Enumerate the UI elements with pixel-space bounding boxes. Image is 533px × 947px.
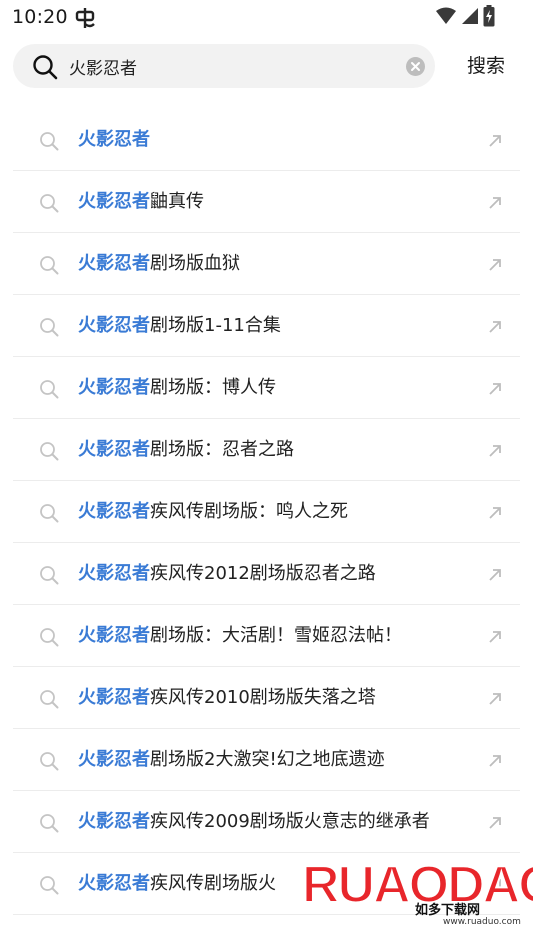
suggestion-text: 火影忍者鼬真传 bbox=[78, 190, 204, 214]
suggestion-highlight: 火影忍者 bbox=[78, 501, 150, 522]
suggestion-highlight: 火影忍者 bbox=[78, 191, 150, 212]
suggestion-highlight: 火影忍者 bbox=[78, 377, 150, 398]
fill-arrow-icon[interactable] bbox=[488, 567, 502, 581]
suggestion-text: 火影忍者疾风传剧场版：鸣人之死 bbox=[78, 500, 348, 524]
suggestion-rest: 疾风传2009剧场版火意志的继承者 bbox=[150, 811, 430, 832]
suggestion-item[interactable]: 火影忍者剧场版：忍者之路 bbox=[13, 419, 520, 481]
suggestion-item[interactable]: 火影忍者疾风传2009剧场版火意志的继承者 bbox=[13, 791, 520, 853]
suggestion-rest: 疾风传2010剧场版失落之塔 bbox=[150, 687, 376, 708]
suggestion-item[interactable]: 火影忍者疾风传剧场版：鸣人之死 bbox=[13, 481, 520, 543]
suggestion-text: 火影忍者剧场版血狱 bbox=[78, 252, 240, 276]
suggestion-rest: 疾风传剧场版火 bbox=[150, 873, 276, 894]
wifi-icon bbox=[435, 7, 457, 29]
suggestion-item[interactable]: 火影忍者疾风传剧场版火 bbox=[13, 853, 520, 915]
clear-search-button[interactable] bbox=[406, 57, 425, 76]
suggestion-highlight: 火影忍者 bbox=[78, 315, 150, 336]
suggestion-highlight: 火影忍者 bbox=[78, 439, 150, 460]
suggestion-text: 火影忍者 bbox=[78, 128, 150, 152]
fill-arrow-icon[interactable] bbox=[488, 257, 502, 271]
suggestion-item[interactable]: 火影忍者 bbox=[13, 109, 520, 171]
suggestion-text: 火影忍者剧场版1-11合集 bbox=[78, 314, 281, 338]
close-icon bbox=[411, 62, 420, 71]
battery-charging-icon bbox=[483, 5, 495, 31]
suggestion-item[interactable]: 火影忍者鼬真传 bbox=[13, 171, 520, 233]
suggestion-rest: 疾风传剧场版：鸣人之死 bbox=[150, 501, 348, 522]
search-input[interactable] bbox=[69, 50, 399, 82]
suggestion-text: 火影忍者剧场版：博人传 bbox=[78, 376, 276, 400]
fill-arrow-icon[interactable] bbox=[488, 319, 502, 333]
status-bar: 10:20 bbox=[0, 0, 533, 38]
search-icon bbox=[39, 751, 59, 771]
suggestion-highlight: 火影忍者 bbox=[78, 625, 150, 646]
search-icon bbox=[39, 441, 59, 461]
suggestion-rest: 剧场版2大激突!幻之地底遗迹 bbox=[150, 749, 385, 770]
suggestion-text: 火影忍者疾风传2010剧场版失落之塔 bbox=[78, 686, 376, 710]
suggestion-text: 火影忍者剧场版2大激突!幻之地底遗迹 bbox=[78, 748, 385, 772]
search-icon bbox=[39, 131, 59, 151]
search-icon bbox=[39, 503, 59, 523]
suggestion-item[interactable]: 火影忍者疾风传2010剧场版失落之塔 bbox=[13, 667, 520, 729]
search-bar: 搜索 bbox=[0, 38, 533, 100]
search-icon bbox=[39, 875, 59, 895]
suggestion-list: 火影忍者 火影忍者鼬真传 火影忍者剧场版血狱 火影忍者剧场版1-11合集 火影忍者剧场版… bbox=[0, 109, 533, 915]
suggestion-rest: 剧场版血狱 bbox=[150, 253, 240, 274]
suggestion-text: 火影忍者剧场版：大活剧！雪姬忍法帖！ bbox=[78, 624, 402, 648]
suggestion-rest: 剧场版：博人传 bbox=[150, 377, 276, 398]
fill-arrow-icon[interactable] bbox=[488, 381, 502, 395]
suggestion-highlight: 火影忍者 bbox=[78, 687, 150, 708]
app-notification-icon bbox=[74, 6, 96, 30]
suggestion-rest: 剧场版1-11合集 bbox=[150, 315, 281, 336]
search-icon bbox=[39, 627, 59, 647]
search-icon bbox=[39, 565, 59, 585]
fill-arrow-icon[interactable] bbox=[488, 877, 502, 891]
search-icon bbox=[39, 193, 59, 213]
fill-arrow-icon[interactable] bbox=[488, 505, 502, 519]
suggestion-rest: 剧场版：忍者之路 bbox=[150, 439, 294, 460]
fill-arrow-icon[interactable] bbox=[488, 133, 502, 147]
search-icon bbox=[39, 379, 59, 399]
status-icons bbox=[435, 5, 495, 31]
fill-arrow-icon[interactable] bbox=[488, 443, 502, 457]
suggestion-highlight: 火影忍者 bbox=[78, 253, 150, 274]
suggestion-item[interactable]: 火影忍者剧场版血狱 bbox=[13, 233, 520, 295]
fill-arrow-icon[interactable] bbox=[488, 691, 502, 705]
suggestion-highlight: 火影忍者 bbox=[78, 749, 150, 770]
status-time: 10:20 bbox=[12, 6, 68, 28]
search-icon bbox=[39, 317, 59, 337]
search-icon bbox=[39, 255, 59, 275]
suggestion-rest: 鼬真传 bbox=[150, 191, 204, 212]
watermark-url: www.ruaduo.com bbox=[443, 917, 521, 927]
suggestion-item[interactable]: 火影忍者剧场版2大激突!幻之地底遗迹 bbox=[13, 729, 520, 791]
suggestion-item[interactable]: 火影忍者剧场版1-11合集 bbox=[13, 295, 520, 357]
suggestion-highlight: 火影忍者 bbox=[78, 811, 150, 832]
suggestion-item[interactable]: 火影忍者剧场版：博人传 bbox=[13, 357, 520, 419]
fill-arrow-icon[interactable] bbox=[488, 629, 502, 643]
suggestion-highlight: 火影忍者 bbox=[78, 563, 150, 584]
suggestion-highlight: 火影忍者 bbox=[78, 873, 150, 894]
fill-arrow-icon[interactable] bbox=[488, 753, 502, 767]
suggestion-item[interactable]: 火影忍者疾风传2012剧场版忍者之路 bbox=[13, 543, 520, 605]
suggestion-text: 火影忍者疾风传2009剧场版火意志的继承者 bbox=[78, 810, 430, 834]
suggestion-text: 火影忍者疾风传2012剧场版忍者之路 bbox=[78, 562, 376, 586]
suggestion-text: 火影忍者剧场版：忍者之路 bbox=[78, 438, 294, 462]
fill-arrow-icon[interactable] bbox=[488, 195, 502, 209]
search-icon bbox=[32, 54, 58, 80]
suggestion-highlight: 火影忍者 bbox=[78, 129, 150, 150]
suggestion-item[interactable]: 火影忍者剧场版：大活剧！雪姬忍法帖！ bbox=[13, 605, 520, 667]
fill-arrow-icon[interactable] bbox=[488, 815, 502, 829]
search-box[interactable] bbox=[13, 44, 435, 88]
suggestion-text: 火影忍者疾风传剧场版火 bbox=[78, 872, 276, 896]
search-icon bbox=[39, 689, 59, 709]
suggestion-rest: 剧场版：大活剧！雪姬忍法帖！ bbox=[150, 625, 402, 646]
search-icon bbox=[39, 813, 59, 833]
suggestion-rest: 疾风传2012剧场版忍者之路 bbox=[150, 563, 376, 584]
search-button[interactable]: 搜索 bbox=[455, 50, 517, 82]
search-page: 10:20 火影忍者 搜索 火影忍者 火影忍者鼬真传 火影忍者剧场版血狱 火影忍… bbox=[0, 0, 533, 947]
signal-icon bbox=[461, 7, 479, 29]
